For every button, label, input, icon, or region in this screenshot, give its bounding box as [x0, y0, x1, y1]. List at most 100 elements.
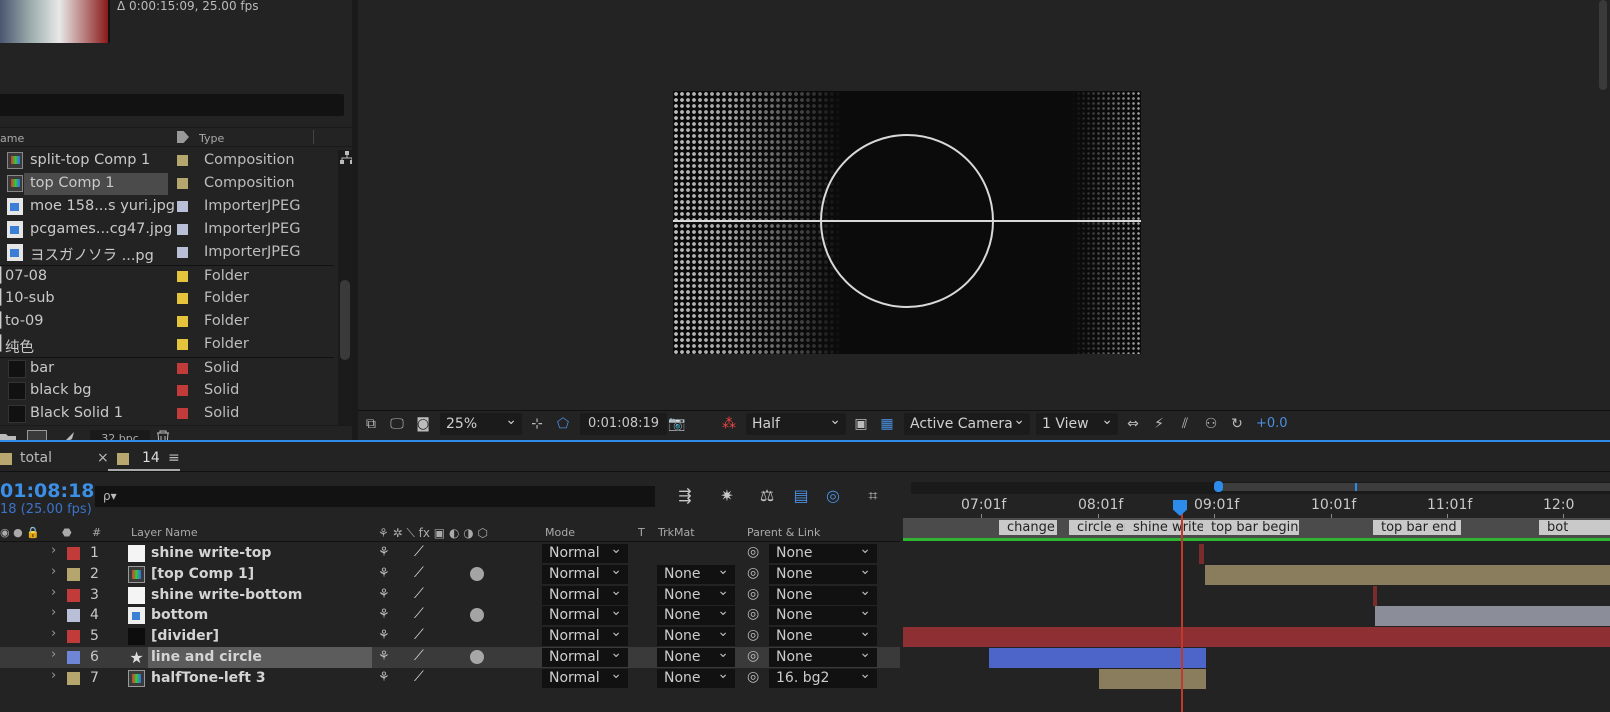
layer-track[interactable] [903, 647, 1610, 668]
toggle-pixel-aspect-icon[interactable]: ⇔ [1124, 415, 1142, 433]
parent-dropdown[interactable]: 16. bg2 [769, 665, 877, 688]
layer-label-color[interactable] [67, 651, 80, 664]
pickwhip-icon[interactable]: ◎ [747, 669, 759, 685]
layer-name[interactable]: shine write-top [151, 545, 271, 561]
view-layout-dropdown[interactable]: 1 View [1036, 409, 1118, 435]
label-tag-icon[interactable] [177, 131, 189, 143]
label-color-swatch[interactable] [177, 339, 188, 350]
scrollbar-thumb[interactable] [340, 280, 350, 360]
tab-menu-icon[interactable]: ≡ [168, 450, 180, 466]
col-t[interactable]: T [638, 526, 645, 539]
time-navigator-start-handle[interactable] [1214, 481, 1223, 492]
col-trkmat[interactable]: TrkMat [658, 526, 695, 539]
layer-label-color[interactable] [67, 609, 80, 623]
tab-14[interactable]: 14 [142, 450, 160, 466]
label-color-swatch[interactable] [177, 201, 188, 212]
viewer-scroll-thumb[interactable] [1599, 0, 1607, 90]
expand-chevron-icon[interactable]: › [51, 626, 56, 641]
label-color-swatch[interactable] [177, 293, 188, 304]
fast-preview-icon[interactable]: ⚡ [1150, 415, 1168, 433]
layer-name[interactable]: [divider] [151, 628, 219, 644]
project-item[interactable]: moe 158...s yuri.jpg ImporterJPEG [0, 196, 334, 219]
layer-track[interactable] [903, 543, 1610, 564]
quality-switch-icon[interactable]: ⟋ [414, 565, 424, 581]
quality-switch-icon[interactable]: ⟋ [414, 586, 424, 602]
blend-mode-dropdown[interactable]: Normal [542, 665, 628, 688]
comp-marker[interactable]: bot [1539, 520, 1610, 535]
flowchart-icon[interactable]: ⚇ [1202, 415, 1220, 433]
magnification-dropdown[interactable]: 25% [440, 409, 522, 435]
layer-name[interactable]: bottom [151, 607, 208, 623]
viewer-timecode[interactable]: 0:01:08:19 [580, 413, 668, 435]
layer-name[interactable]: [top Comp 1] [151, 566, 254, 582]
shy-switch-icon[interactable]: ⚘ [378, 628, 390, 643]
reset-exposure-icon[interactable]: ↻ [1228, 415, 1246, 433]
vr-icon[interactable]: ◙ [414, 415, 432, 433]
col-num[interactable]: # [92, 526, 101, 539]
time-navigator-range[interactable] [1221, 483, 1610, 491]
layer-duration-bar[interactable] [989, 648, 1206, 668]
graph-editor-icon[interactable]: ⌗ [862, 486, 884, 508]
label-color-swatch[interactable] [177, 178, 188, 189]
fit-icon[interactable]: ⊹ [528, 415, 546, 433]
pickwhip-icon[interactable]: ◎ [747, 606, 759, 622]
frame-blending-icon[interactable]: ▤ [790, 486, 812, 508]
project-search-input[interactable] [0, 94, 344, 116]
layer-track[interactable] [903, 605, 1610, 627]
layer-track[interactable] [903, 668, 1610, 689]
project-item[interactable]: pcgames...cg47.jpg ImporterJPEG [0, 219, 334, 242]
viewer-scrollbar[interactable] [1596, 0, 1610, 405]
project-item[interactable]: ▏ 纯色 Folder [0, 334, 334, 357]
current-time-display[interactable]: 01:08:18 [0, 480, 95, 502]
layer-duration-bar[interactable] [1199, 544, 1204, 564]
quality-switch-icon[interactable]: ⟋ [414, 606, 424, 622]
camera-snapshot-icon[interactable]: 📷 [668, 415, 686, 433]
timeline-search-input[interactable]: ρ▾ [95, 486, 655, 507]
switches-icons[interactable]: ◉ ● 🔒 [0, 526, 40, 539]
quality-switch-icon[interactable]: ⟋ [414, 627, 424, 643]
exposure-value[interactable]: +0.0 [1256, 416, 1288, 431]
expand-chevron-icon[interactable]: › [51, 647, 56, 662]
shy-switch-icon[interactable]: ⚘ [378, 587, 390, 602]
layer-label-color[interactable] [67, 630, 80, 644]
expand-chevron-icon[interactable]: › [51, 543, 56, 558]
layer-duration-bar[interactable] [1375, 606, 1610, 627]
layer-label-color[interactable] [67, 588, 80, 602]
composition-canvas[interactable] [673, 91, 1141, 354]
adjustment-switch-icon[interactable] [470, 608, 484, 623]
layer-duration-bar[interactable] [903, 627, 1610, 648]
timeline-layer-row[interactable]: ›5[divider]⚘⟋NormalNone◎None [0, 623, 900, 647]
project-scrollbar[interactable] [338, 150, 352, 425]
composition-flowchart-icon[interactable]: ⇶ [674, 486, 696, 508]
pickwhip-icon[interactable]: ◎ [747, 565, 759, 581]
always-preview-icon[interactable]: ⧉ [362, 415, 380, 433]
layer-label-color[interactable] [67, 567, 80, 581]
layer-duration-bar[interactable] [1373, 585, 1377, 606]
project-item[interactable]: ヨスガノソラ ...pg ImporterJPEG [0, 242, 334, 265]
label-color-swatch[interactable] [177, 271, 188, 282]
layer-switches-header[interactable]: ⚘ ✲ ⟍ fx ▣ ◐ ◑ ⬡ [378, 526, 488, 541]
timeline-layer-row[interactable]: ›6★line and circle⚘⟋NormalNone◎None [0, 644, 900, 668]
layer-label-color[interactable] [67, 671, 80, 685]
label-color-swatch[interactable] [177, 316, 188, 327]
motion-blur-icon[interactable]: ◎ [822, 486, 844, 508]
expand-chevron-icon[interactable]: › [51, 605, 56, 620]
label-color-swatch[interactable] [177, 247, 188, 258]
layer-name[interactable]: line and circle [151, 649, 262, 665]
col-mode[interactable]: Mode [545, 526, 575, 539]
adjustment-switch-icon[interactable] [470, 566, 484, 581]
quality-switch-icon[interactable]: ⟋ [414, 648, 424, 664]
shy-switch-icon[interactable]: ⚘ [378, 670, 390, 685]
col-name[interactable]: ame [0, 132, 24, 145]
tab-close-icon[interactable]: × [97, 450, 109, 466]
layer-name[interactable]: halfTone-left 3 [151, 670, 266, 686]
track-matte-dropdown[interactable]: None [657, 665, 735, 688]
expand-chevron-icon[interactable]: › [51, 564, 56, 579]
timeline-layer-row[interactable]: ›3shine write-bottom⚘⟋NormalNone◎None [0, 582, 900, 606]
monitor-icon[interactable]: 🖵 [388, 415, 406, 433]
shy-switch-icon[interactable]: ⚘ [378, 607, 390, 622]
label-tag-icon[interactable]: ⬣ [62, 526, 72, 539]
expand-chevron-icon[interactable]: › [51, 668, 56, 683]
pickwhip-icon[interactable]: ◎ [747, 627, 759, 643]
comp-marker[interactable]: circle en [1069, 520, 1133, 535]
